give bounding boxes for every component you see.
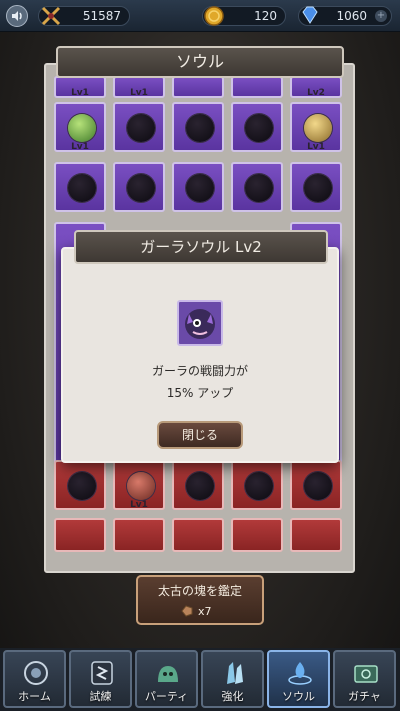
slot-level: Lv1 [71,142,89,152]
empty-orb [186,114,214,142]
top-bar: 51587 120 1060 + [0,0,400,32]
gold-value: 120 [254,9,277,23]
soul-slot[interactable] [113,162,165,212]
soul-slot[interactable]: Lv1 [54,76,106,98]
nav-party[interactable]: パーティ [135,650,198,708]
slot-level: Lv1 [307,142,325,152]
add-gems-button[interactable]: + [375,10,387,22]
nav-gacha-label: ガチャ [348,690,381,703]
soul-slot[interactable] [290,518,342,552]
slot-level: Lv2 [307,88,325,98]
gem-counter[interactable]: 1060 + [298,6,392,26]
crossed-swords-icon [41,6,61,26]
speaker-icon [12,11,22,21]
soul-flame-icon [288,662,312,685]
soul-slot[interactable] [54,162,106,212]
empty-orb [127,174,155,202]
soul-slot[interactable]: Lv1 [113,460,165,510]
empty-orb [127,114,155,142]
soul-portrait [177,300,223,346]
nav-enhance-label: 強化 [221,690,244,703]
soul-slot[interactable]: Lv1 [290,102,342,152]
panel-title: ソウル [56,46,344,78]
soul-slot[interactable]: Lv1 [54,102,106,152]
nav-soul-label: ソウル [282,690,315,703]
gold-counter: 120 [202,6,286,26]
empty-orb [245,472,273,500]
slot-level: Lv1 [130,500,148,510]
ancient-chunk-icon [181,605,193,617]
soul-slot[interactable] [54,518,106,552]
soul-slot[interactable] [231,102,283,152]
soul-slot[interactable] [172,76,224,98]
soul-slot[interactable]: Lv2 [290,76,342,98]
empty-orb [68,174,96,202]
soul-slot[interactable] [113,102,165,152]
nav-gacha[interactable]: ガチャ [333,650,396,708]
soul-slot[interactable] [172,102,224,152]
soul-slot[interactable]: Lv1 [113,76,165,98]
soul-slot[interactable] [172,518,224,552]
soul-slot[interactable] [231,76,283,98]
crystal-icon [227,662,243,684]
soul-slot[interactable] [231,460,283,510]
gem-value: 1060 [336,9,367,23]
appraise-label: 太古の塊を鑑定 [157,584,242,598]
empty-orb [304,472,332,500]
empty-orb [245,174,273,202]
close-button[interactable]: 閉じる [157,421,243,449]
appraise-button[interactable]: 太古の塊を鑑定 x7 [136,575,264,625]
nav-party-label: パーティ [144,690,189,703]
party-slime-icon [158,666,178,682]
gacha-book-icon [354,665,378,683]
empty-orb [245,114,273,142]
monster-portrait-icon [185,309,215,339]
nav-enhance[interactable]: 強化 [201,650,264,708]
soul-slot[interactable] [231,518,283,552]
gem-icon [302,6,318,24]
slot-level: Lv1 [130,88,148,98]
soul-orb [127,472,155,500]
modal-title: ガーラソウル Lv2 [74,230,328,264]
gold-coin-icon [204,6,224,26]
nav-trial-label: 試練 [89,690,112,703]
rune-icon [91,661,113,685]
modal-description-line2: 15% アップ [166,386,234,400]
nav-soul[interactable]: ソウル [267,650,330,708]
slot-level: Lv1 [71,88,89,98]
nav-home[interactable]: ホーム [3,650,66,708]
sound-button[interactable] [6,5,28,27]
power-counter: 51587 [38,6,130,26]
nav-home-label: ホーム [18,690,51,703]
appraise-count: x7 [198,605,212,618]
soul-slot[interactable] [290,460,342,510]
empty-orb [186,174,214,202]
soul-slot[interactable] [172,460,224,510]
empty-orb [68,472,96,500]
empty-orb [304,174,332,202]
soul-slot[interactable] [290,162,342,212]
power-value: 51587 [82,9,121,23]
soul-slot[interactable] [113,518,165,552]
soul-orb [304,114,332,142]
modal-description-line1: ガーラの戦闘力が [151,364,248,378]
soul-orb [68,114,96,142]
soul-slot[interactable] [231,162,283,212]
home-crest-icon [24,661,48,685]
soul-slot[interactable] [54,460,106,510]
empty-orb [186,472,214,500]
nav-trial[interactable]: 試練 [69,650,132,708]
soul-slot[interactable] [172,162,224,212]
bottom-nav: ホーム 試練 パーティ 強化 ソウル ガチャ [0,648,400,711]
